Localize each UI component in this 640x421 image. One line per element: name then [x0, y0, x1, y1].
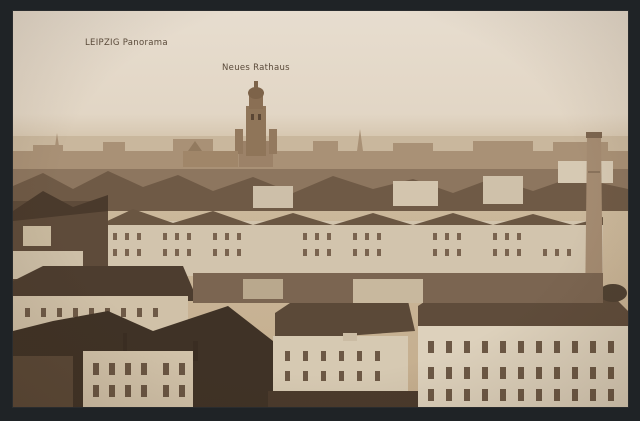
image-background: LEIPZIG Panorama Neues Rathaus: [0, 0, 640, 421]
postcard-title: LEIPZIG Panorama: [85, 38, 168, 48]
postcard: LEIPZIG Panorama Neues Rathaus: [13, 11, 628, 407]
foreground-center: [268, 301, 428, 407]
building-row: [103, 209, 603, 276]
city-panorama-photo: [13, 81, 628, 407]
postcard-subtitle: Neues Rathaus: [222, 63, 290, 73]
rathaus-tower: [183, 81, 277, 167]
middle-strip: [193, 273, 603, 303]
